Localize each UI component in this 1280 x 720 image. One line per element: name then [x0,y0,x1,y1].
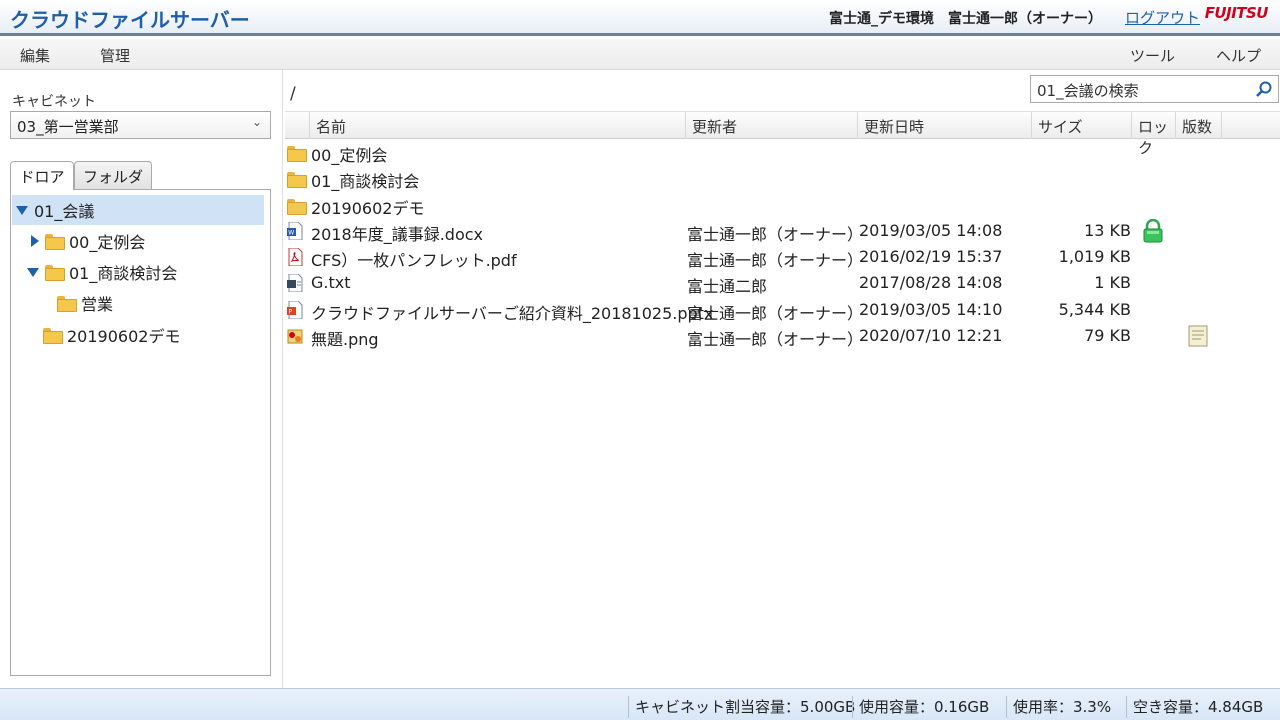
text-file-icon [287,274,303,292]
menu-edit[interactable]: 編集 [20,45,50,66]
file-updater: 富士通一郎（オーナー） [687,330,864,349]
file-name[interactable]: クラウドファイルサーバーご紹介資料_20181025.pptx [311,300,713,324]
menu-help[interactable]: ヘルプ [1216,45,1261,66]
table-row[interactable]: 00_定例会 [285,139,1280,165]
tree-node-sales[interactable]: 営業 [57,288,113,318]
cabinet-select[interactable]: 03_第一営業部 ⌄ [10,111,271,139]
column-size[interactable]: サイズ [1031,112,1131,139]
svg-text:P: P [289,309,293,316]
file-table-header: 名前 更新者 更新日時 サイズ ロック 版数 [285,111,1280,157]
status-bar: キャビネット割当容量：5.00GB 使用容量：0.16GB 使用率：3.3% 空… [0,688,1280,720]
tree-node-label: 営業 [81,295,114,314]
tree-node-label: 20190602デモ [67,327,181,346]
file-size: 13 KB [1084,221,1131,240]
file-updated-at: 2020/07/10 12:21 [859,326,1003,345]
left-pane: キャビネット 03_第一営業部 ⌄ ドロア フォルダ 01_会議 00_定例会 … [0,70,283,688]
file-updater: 富士通一郎（オーナー） [687,304,864,323]
table-row[interactable]: G.txt 富士通二郎 2017/08/28 14:08 1 KB [285,270,1280,296]
file-updater: 富士通二郎 [687,277,768,296]
column-updater[interactable]: 更新者 [685,112,857,139]
file-size: 1 KB [1094,273,1131,292]
tree-node-01-negotiation[interactable]: 01_商談検討会 [27,257,177,287]
folder-icon [287,172,307,190]
file-updated-at: 2019/03/05 14:10 [859,300,1003,319]
folder-icon [287,146,307,164]
expanded-arrow-icon[interactable] [16,205,28,215]
folder-icon [57,296,77,312]
app-header: クラウドファイルサーバー 富士通_デモ環境 富士通一郎（オーナー） ログアウト … [0,0,1280,36]
table-row[interactable]: CFS）一枚パンフレット.pdf 富士通一郎（オーナー） 2016/02/19 … [285,244,1280,270]
fujitsu-logo: FUJITSU [1204,4,1269,22]
table-row[interactable]: P クラウドファイルサーバーご紹介資料_20181025.pptx 富士通一郎（… [285,297,1280,323]
table-row[interactable]: W 2018年度_議事録.docx 富士通一郎（オーナー） 2019/03/05… [285,218,1280,244]
menu-tools[interactable]: ツール [1130,45,1175,66]
folder-tree: 01_会議 00_定例会 01_商談検討会 営業 20190602デモ [10,189,271,676]
search-input-value: 01_会議の検索 [1037,82,1139,100]
tree-node-20190602-demo[interactable]: 20190602デモ [43,320,180,350]
tab-drawer[interactable]: ドロア [10,161,74,190]
cabinet-label: キャビネット [12,94,96,110]
pdf-icon [288,248,303,266]
tree-node-label: 00_定例会 [69,233,146,252]
expanded-arrow-icon[interactable] [27,267,39,277]
powerpoint-icon: P [287,301,303,319]
user-info: 富士通_デモ環境 富士通一郎（オーナー） [829,11,1102,27]
version-note-icon[interactable] [1187,324,1209,348]
file-name[interactable]: G.txt [311,273,351,292]
folder-icon [287,199,307,217]
tree-node-label: 01_会議 [34,202,95,221]
column-name[interactable]: 名前 [309,112,685,139]
tab-folder[interactable]: フォルダ [74,161,152,189]
file-name[interactable]: 無題.png [311,326,379,350]
free-capacity: 空き容量：4.84GB [1126,696,1269,718]
file-name[interactable]: CFS）一枚パンフレット.pdf [311,247,517,271]
tree-node-00-regular[interactable]: 00_定例会 [31,226,145,256]
lock-icon[interactable] [1140,219,1166,243]
breadcrumb[interactable]: / [290,84,296,104]
file-updated-at: 2019/03/05 14:08 [859,221,1003,240]
search-input[interactable]: 01_会議の検索 [1030,75,1279,103]
folder-icon [43,328,63,344]
tree-node-label: 01_商談検討会 [69,264,178,283]
cabinet-select-value: 03_第一営業部 [17,118,119,136]
word-doc-icon: W [287,222,303,240]
column-version[interactable]: 版数 [1175,112,1221,139]
file-updated-at: 2016/02/19 15:37 [859,247,1003,266]
search-icon[interactable] [1255,80,1273,98]
chevron-down-icon: ⌄ [251,115,262,129]
collapsed-arrow-icon[interactable] [31,235,39,247]
column-lock[interactable]: ロック [1131,112,1175,157]
file-name[interactable]: 20190602デモ [311,195,424,219]
svg-text:W: W [288,230,294,237]
file-name[interactable]: 01_商談検討会 [311,168,419,192]
app-title: クラウドファイルサーバー [10,8,250,32]
file-updater: 富士通一郎（オーナー） [687,251,864,270]
file-name[interactable]: 2018年度_議事録.docx [311,221,483,245]
tree-node-01-meeting[interactable]: 01_会議 [12,195,264,225]
usage-rate: 使用率：3.3% [1006,696,1117,718]
table-row[interactable]: 20190602デモ [285,192,1280,218]
file-size: 5,344 KB [1058,300,1131,319]
table-row[interactable]: 01_商談検討会 [285,165,1280,191]
folder-icon [45,265,65,281]
menu-bar: 編集 管理 ツール ヘルプ [0,39,1280,70]
file-updater: 富士通一郎（オーナー） [687,225,864,244]
file-size: 1,019 KB [1058,247,1131,266]
used-capacity: 使用容量：0.16GB [852,696,995,718]
file-size: 79 KB [1084,326,1131,345]
image-file-icon [287,329,303,344]
logout-link[interactable]: ログアウト [1125,7,1200,28]
cabinet-quota: キャビネット割当容量：5.00GB [628,696,861,718]
column-spacer [1221,112,1280,139]
folder-icon [45,234,65,250]
menu-manage[interactable]: 管理 [100,45,130,66]
file-name[interactable]: 00_定例会 [311,142,387,166]
column-updated-at[interactable]: 更新日時 [857,112,1031,139]
table-row[interactable]: 無題.png 富士通一郎（オーナー） 2020/07/10 12:21 79 K… [285,323,1280,349]
file-updated-at: 2017/08/28 14:08 [859,273,1003,292]
